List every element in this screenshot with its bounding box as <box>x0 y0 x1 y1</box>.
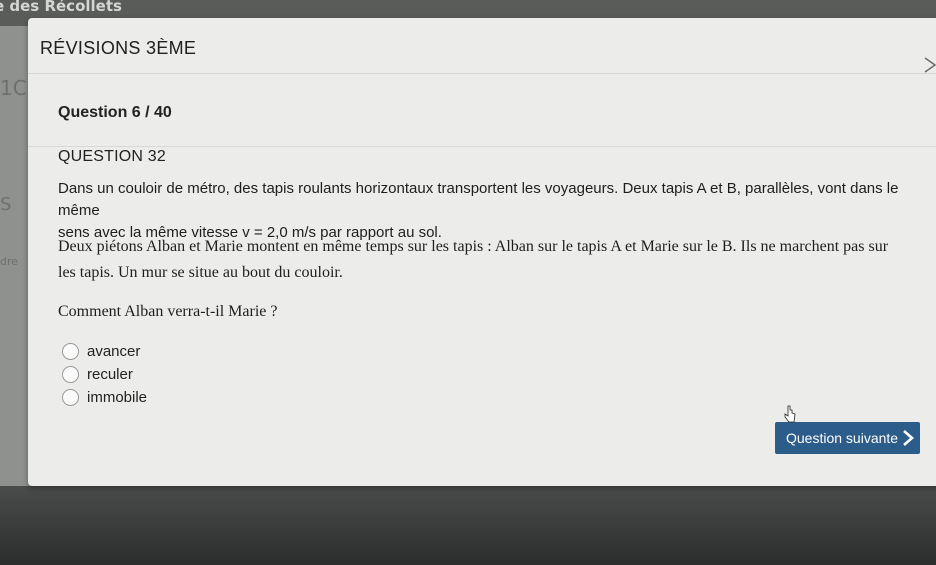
question-context: Deux piétons Alban et Marie montent en m… <box>58 234 936 286</box>
question-prompt: Comment Alban verra-t-il Marie ? <box>58 303 278 320</box>
mouse-cursor-icon <box>784 405 796 423</box>
backdrop-fragment: 1C <box>0 76 27 100</box>
divider <box>28 146 936 147</box>
question-number: QUESTION 32 <box>58 148 167 165</box>
backdrop-fragment: dre <box>0 255 19 268</box>
context-line: les tapis. Un mur se situe au bout du co… <box>58 264 343 281</box>
answer-options: avancer reculer immobile <box>62 340 147 409</box>
next-question-label: Question suivante <box>786 430 899 446</box>
modal-title: RÉVISIONS 3ÈME <box>40 38 197 58</box>
radio-button[interactable] <box>62 366 79 383</box>
context-line: Deux piétons Alban et Marie montent en m… <box>58 238 889 255</box>
next-question-button[interactable]: Question suivante <box>775 422 920 454</box>
radio-button[interactable] <box>62 389 79 406</box>
statement-line: Dans un couloir de métro, des tapis roul… <box>58 180 899 219</box>
option-label: reculer <box>87 366 133 383</box>
radio-button[interactable] <box>62 343 79 360</box>
question-counter: Question 6 / 40 <box>58 104 172 121</box>
option-avancer[interactable]: avancer <box>62 340 147 363</box>
option-immobile[interactable]: immobile <box>62 386 147 409</box>
option-reculer[interactable]: reculer <box>62 363 147 386</box>
chevron-right-icon <box>903 430 914 446</box>
option-label: immobile <box>87 389 148 406</box>
modal-header: RÉVISIONS 3ÈME <box>28 18 936 74</box>
close-icon[interactable] <box>921 54 936 74</box>
backdrop-bottom <box>0 486 936 565</box>
option-label: avancer <box>87 343 141 360</box>
quiz-modal: RÉVISIONS 3ÈME Question 6 / 40 QUESTION … <box>28 18 936 486</box>
backdrop-title: e des Récollets <box>0 0 122 15</box>
backdrop-fragment: S <box>0 194 12 215</box>
